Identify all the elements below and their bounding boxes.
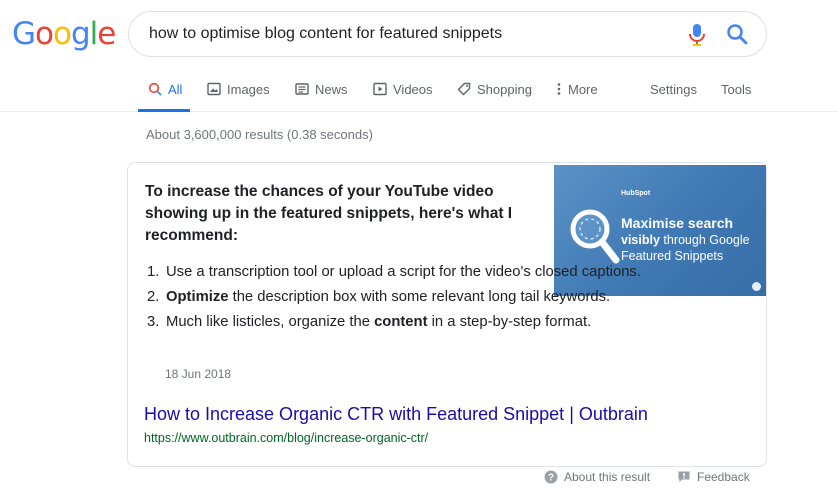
thumbnail-badge-icon	[752, 282, 761, 291]
feedback-label: Feedback	[697, 470, 750, 484]
tab-label: News	[315, 82, 348, 97]
tab-label: More	[568, 82, 598, 97]
tab-label: Images	[227, 82, 270, 97]
snippet-headline: To increase the chances of your YouTube …	[145, 183, 513, 244]
help-icon: ?	[544, 470, 558, 484]
step-text-pre: Much like listicles, organize the	[166, 314, 375, 330]
result-url: https://www.outbrain.com/blog/increase-o…	[144, 431, 429, 445]
thumbnail-subtitle: visibly through Google	[621, 233, 750, 247]
hubspot-brand: HubSpot	[621, 190, 651, 197]
search-input[interactable]: how to optimise blog content for feature…	[149, 25, 502, 43]
tab-images[interactable]: Images	[207, 80, 270, 112]
thumbnail-bold-word: visibly	[621, 233, 660, 247]
search-icon[interactable]	[726, 23, 748, 45]
thumbnail-subtitle-rest: through Google	[659, 233, 750, 247]
search-box[interactable]: how to optimise blog content for feature…	[128, 11, 767, 57]
logo-letter: o	[53, 16, 72, 52]
search-icon	[148, 82, 162, 96]
step-text-post: the description box with some relevant l…	[228, 289, 611, 305]
result-title-link[interactable]: How to Increase Organic CTR with Feature…	[144, 404, 648, 425]
snippet-date: 18 Jun 2018	[165, 367, 232, 381]
step-text-pre: Use a transcription tool or upload a scr…	[166, 264, 641, 280]
list-item: 1. Use a transcription tool or upload a …	[147, 261, 707, 283]
step-number: 3.	[147, 314, 160, 330]
tab-news[interactable]: News	[295, 80, 348, 112]
tab-label: All	[168, 82, 183, 97]
result-stats: About 3,600,000 results (0.38 seconds)	[146, 127, 373, 142]
play-icon	[373, 82, 387, 96]
microphone-icon[interactable]	[687, 23, 707, 47]
step-text: Optimize the description box with some r…	[166, 286, 610, 308]
step-number: 1.	[147, 264, 160, 280]
logo-letter: e	[97, 16, 116, 52]
step-text-bold: content	[374, 314, 428, 330]
about-this-result[interactable]: ? About this result	[544, 470, 650, 484]
list-item: 3. Much like listicles, organize the con…	[147, 311, 707, 333]
tab-label: Tools	[721, 82, 752, 97]
logo-letter: G	[12, 16, 36, 52]
step-text-bold: Optimize	[166, 289, 229, 305]
logo-letter: o	[35, 16, 54, 52]
newspaper-icon	[295, 83, 309, 95]
tab-tools[interactable]: Tools	[721, 80, 751, 112]
tab-all[interactable]: All	[138, 80, 190, 112]
step-number: 2.	[147, 289, 160, 305]
google-logo[interactable]: Google	[12, 16, 116, 52]
vertical-dots-icon	[557, 83, 561, 95]
tab-settings[interactable]: Settings	[650, 80, 697, 112]
tab-shopping[interactable]: Shopping	[457, 80, 532, 112]
svg-text:?: ?	[548, 473, 554, 484]
thumbnail-title: Maximise search	[621, 215, 734, 231]
feedback-link[interactable]: Feedback	[677, 470, 750, 484]
step-text-post: in a step-by-step format.	[427, 314, 592, 330]
tab-label: Settings	[650, 82, 697, 97]
tab-label: Videos	[393, 82, 433, 97]
logo-letter: g	[70, 16, 91, 52]
tab-videos[interactable]: Videos	[373, 80, 433, 112]
search-tabs: All Images News Videos Shopping More Set…	[0, 72, 838, 112]
step-text: Use a transcription tool or upload a scr…	[166, 261, 641, 283]
snippet-steps: 1. Use a transcription tool or upload a …	[147, 261, 707, 336]
featured-snippet: To increase the chances of your YouTube …	[127, 162, 767, 467]
feedback-icon	[678, 471, 690, 482]
tag-icon	[457, 82, 471, 96]
step-text: Much like listicles, organize the conten…	[166, 311, 591, 333]
about-label: About this result	[564, 470, 651, 484]
magnifier-icon	[570, 209, 620, 264]
list-item: 2. Optimize the description box with som…	[147, 286, 707, 308]
logo-letter: l	[89, 16, 99, 52]
tab-label: Shopping	[477, 82, 532, 97]
image-icon	[207, 82, 221, 96]
tab-more[interactable]: More	[556, 80, 598, 112]
